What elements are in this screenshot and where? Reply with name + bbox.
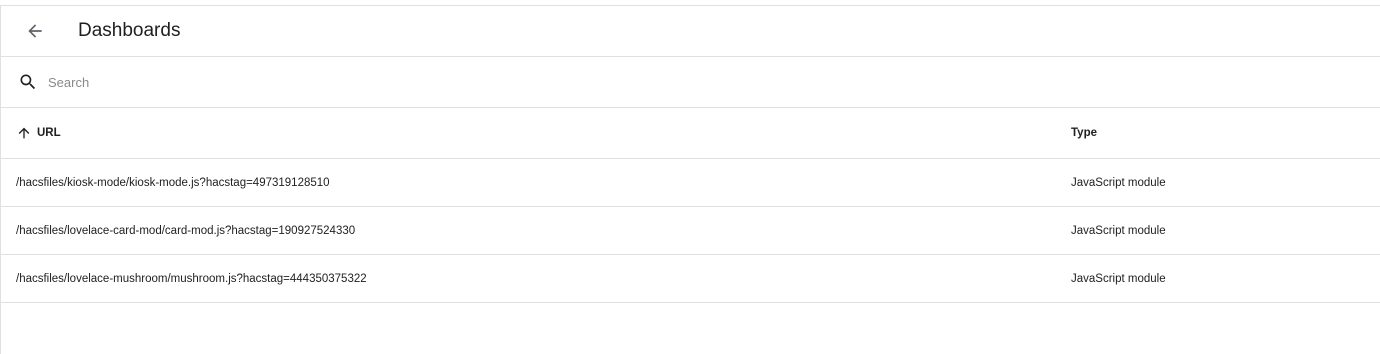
table-header: URL Type: [1, 108, 1380, 159]
dashboards-page: Dashboards URL Type /hacsfiles/kiosk-mod…: [0, 5, 1380, 354]
cell-url: /hacsfiles/lovelace-card-mod/card-mod.js…: [16, 224, 356, 237]
cell-type: JavaScript module: [1071, 272, 1166, 285]
table-row[interactable]: /hacsfiles/lovelace-mushroom/mushroom.js…: [1, 255, 1380, 303]
arrow-left-icon: [28, 24, 42, 38]
search-bar: [1, 57, 1380, 108]
cell-type: JavaScript module: [1071, 176, 1166, 189]
column-header-url-label: URL: [37, 127, 61, 139]
search-icon: [18, 72, 38, 92]
table-row[interactable]: /hacsfiles/lovelace-card-mod/card-mod.js…: [1, 207, 1380, 255]
search-input[interactable]: [46, 73, 1250, 91]
table-row[interactable]: /hacsfiles/kiosk-mode/kiosk-mode.js?hacs…: [1, 159, 1380, 207]
back-button[interactable]: [15, 11, 55, 51]
column-header-type[interactable]: Type: [1071, 127, 1097, 139]
cell-type: JavaScript module: [1071, 224, 1166, 237]
cell-url: /hacsfiles/lovelace-mushroom/mushroom.js…: [16, 272, 367, 285]
cell-url: /hacsfiles/kiosk-mode/kiosk-mode.js?hacs…: [16, 176, 330, 189]
arrow-up-icon: [18, 127, 30, 139]
column-header-url[interactable]: URL: [16, 125, 61, 141]
top-toolbar: Dashboards: [1, 6, 1380, 57]
page-title: Dashboards: [78, 20, 181, 41]
